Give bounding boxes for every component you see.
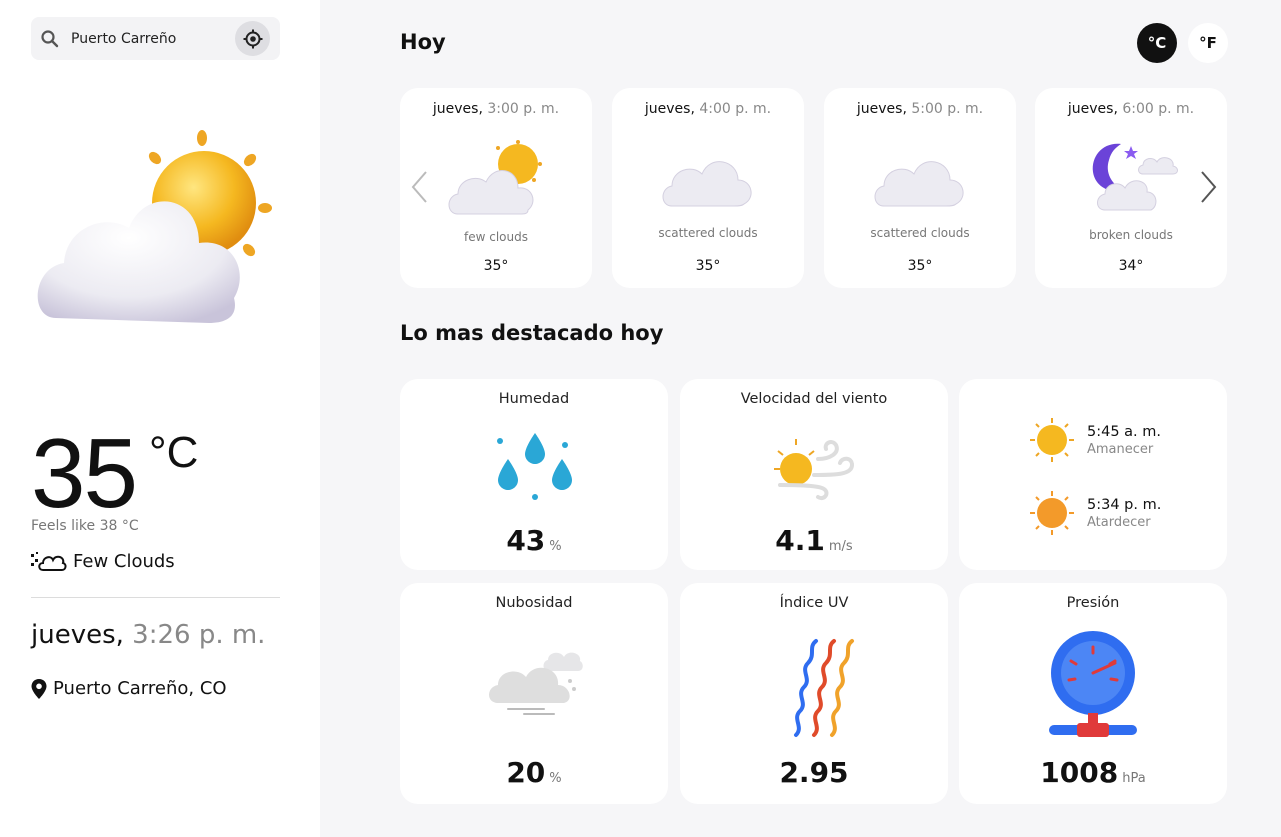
location-text: Puerto Carreño, CO — [53, 678, 227, 699]
sunrise-label: Amanecer — [1087, 441, 1154, 457]
hour-label: jueves, 4:00 p. m. — [612, 101, 804, 117]
temperature-value: 35 — [31, 418, 138, 528]
crosshair-icon — [243, 29, 262, 48]
sunrise-row: 5:45 a. m. Amanecer — [1029, 417, 1161, 463]
uv-waves-icon — [794, 639, 854, 737]
current-datetime: jueves, 3:26 p. m. — [31, 620, 265, 650]
wind-speed-unit: m/s — [828, 539, 853, 554]
wind-speed-label: Velocidad del viento — [740, 391, 888, 407]
hour-description: few clouds — [464, 230, 528, 244]
few-clouds-weather-icon — [37, 130, 272, 323]
cloudiness-tile: Nubosidad 20% — [400, 583, 668, 804]
condition-text: Few Clouds — [73, 550, 175, 572]
pressure-gauge-icon — [1049, 631, 1137, 737]
hour-label: jueves, 6:00 p. m. — [1035, 101, 1227, 117]
wind-speed-tile: Velocidad del viento 4.1 m/s — [680, 379, 948, 570]
pressure-label: Presión — [1066, 595, 1120, 611]
current-condition: Few Clouds — [31, 550, 175, 572]
pressure-value-row: 1008 hPa — [959, 756, 1227, 789]
celsius-button[interactable]: °C — [1137, 23, 1177, 63]
wind-speed-value-row: 4.1 m/s — [680, 524, 948, 557]
cloudiness-value: 20 — [506, 756, 546, 789]
hour-temperature: 35° — [483, 258, 509, 274]
scattered-clouds-icon — [874, 161, 964, 207]
humidity-value: 43 — [506, 524, 546, 557]
sunrise-sunset-tile: 5:45 a. m. Amanecer 5:34 p. m. Atardecer — [959, 379, 1227, 570]
map-pin-icon — [31, 678, 47, 699]
night-broken-clouds-icon — [1092, 143, 1178, 211]
humidity-tile: Humedad 43% — [400, 379, 668, 570]
pressure-unit: hPa — [1122, 771, 1146, 786]
sunset-row: 5:34 p. m. Atardecer — [1029, 490, 1161, 536]
hour-day: jueves, — [432, 101, 483, 117]
hour-temperature: 35° — [695, 258, 721, 274]
few-clouds-icon — [448, 140, 542, 215]
scattered-clouds-icon — [662, 161, 752, 207]
humidity-label: Humedad — [498, 391, 570, 407]
pressure-tile: Presión 1008 hPa — [959, 583, 1227, 804]
feels-like: Feels like 38 °C — [31, 518, 139, 534]
hourly-card: jueves, 5:00 p. m. scattered clouds 35° — [824, 88, 1016, 288]
uv-index-tile: Índice UV 2.95 — [680, 583, 948, 804]
current-location-button[interactable] — [235, 21, 270, 56]
hour-description: broken clouds — [1089, 228, 1173, 242]
cloudiness-unit: % — [549, 771, 562, 786]
sunrise-icon — [1030, 418, 1074, 462]
hour-day: jueves, — [644, 101, 695, 117]
hourly-card: jueves, 4:00 p. m. scattered clouds 35° — [612, 88, 804, 288]
current-temperature: 35 °C — [31, 418, 198, 528]
uv-index-value: 2.95 — [779, 756, 849, 789]
today-title: Hoy — [400, 30, 446, 54]
fahrenheit-button[interactable]: °F — [1188, 23, 1228, 63]
sunrise-time: 5:45 a. m. — [1087, 423, 1162, 440]
current-location: Puerto Carreño, CO — [31, 678, 227, 699]
hour-description: scattered clouds — [870, 226, 970, 240]
hour-temperature: 35° — [907, 258, 933, 274]
cloud-icon — [31, 552, 67, 571]
hour-day: jueves, — [856, 101, 907, 117]
hour-temperature: 34° — [1118, 258, 1144, 274]
hour-time: 5:00 p. m. — [911, 101, 984, 117]
current-time: 3:26 p. m. — [132, 620, 266, 650]
hour-description: scattered clouds — [658, 226, 758, 240]
sunset-icon — [1030, 491, 1074, 535]
uv-index-label: Índice UV — [779, 595, 849, 611]
search-icon — [41, 30, 59, 48]
cloudiness-label: Nubosidad — [495, 595, 573, 611]
sun-wind-icon — [774, 439, 855, 500]
hour-day: jueves, — [1067, 101, 1118, 117]
divider — [31, 597, 280, 598]
hour-label: jueves, 3:00 p. m. — [400, 101, 592, 117]
temperature-unit: °C — [149, 428, 199, 477]
humidity-unit: % — [549, 539, 562, 554]
pressure-value: 1008 — [1040, 756, 1119, 789]
sunset-time: 5:34 p. m. — [1087, 496, 1162, 513]
water-drops-icon — [497, 433, 572, 500]
wind-speed-value: 4.1 — [775, 524, 825, 557]
highlights-title: Lo mas destacado hoy — [400, 321, 664, 345]
cloudiness-value-row: 20% — [400, 756, 668, 789]
chevron-left-icon[interactable] — [410, 170, 430, 204]
hour-time: 6:00 p. m. — [1122, 101, 1195, 117]
hour-time: 4:00 p. m. — [699, 101, 772, 117]
search-bar — [31, 17, 280, 60]
hour-label: jueves, 5:00 p. m. — [824, 101, 1016, 117]
chevron-right-icon[interactable] — [1198, 170, 1218, 204]
current-day: jueves, — [31, 620, 124, 650]
fog-clouds-icon — [489, 652, 583, 715]
sidebar: 35 °C Feels like 38 °C Few Clouds jueves… — [0, 0, 320, 837]
hour-time: 3:00 p. m. — [487, 101, 560, 117]
humidity-value-row: 43% — [400, 524, 668, 557]
search-input[interactable] — [71, 17, 231, 60]
sunset-label: Atardecer — [1087, 514, 1151, 530]
